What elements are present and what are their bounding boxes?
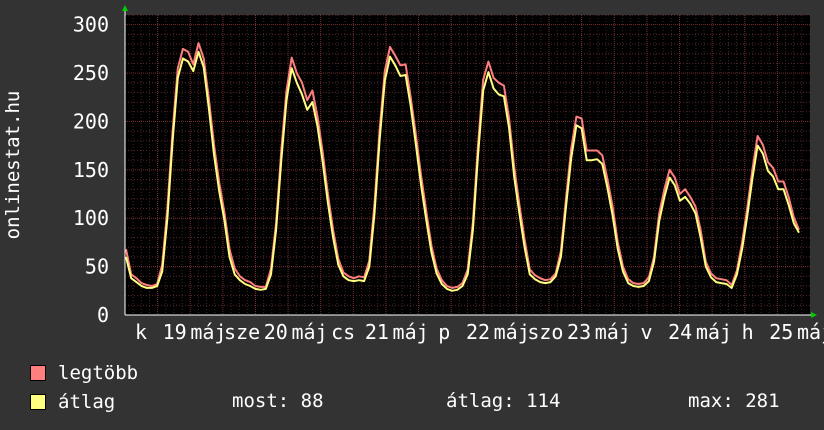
x-axis-arrow-icon — [811, 312, 817, 318]
x-tick-label: sze — [224, 320, 260, 344]
x-tick-label: máj — [190, 320, 226, 344]
y-axis-label: onlinestat.hu — [2, 91, 24, 240]
x-tick-label: máj — [696, 320, 732, 344]
x-tick-label: 24 — [668, 320, 692, 344]
y-tick-label: 300 — [73, 13, 109, 37]
x-tick-label: 21 — [365, 320, 389, 344]
x-tick-label: szo — [527, 320, 563, 344]
x-tick-label: cs — [331, 320, 355, 344]
stat-avg-value: 114 — [526, 390, 561, 412]
y-tick-label: 150 — [73, 158, 109, 182]
x-tick-label: máj — [393, 320, 429, 344]
x-tick-label: máj — [494, 320, 530, 344]
x-tick-label: 20 — [264, 320, 288, 344]
stat-most: most: 88 — [232, 390, 324, 412]
y-tick-label: 100 — [73, 206, 109, 230]
y-tick-label: 0 — [97, 303, 109, 327]
stat-most-value: 88 — [300, 390, 324, 412]
stat-max: max: 281 — [688, 390, 780, 412]
x-tick-label: máj — [797, 320, 824, 344]
x-tick-label: h — [742, 320, 754, 344]
x-tick-label: p — [438, 320, 450, 344]
x-tick-label: 19 — [163, 320, 187, 344]
y-axis-arrow-icon — [122, 5, 128, 11]
x-tick-label: v — [640, 320, 652, 344]
stat-most-label: most: — [232, 390, 290, 412]
stat-avg: átlag: 114 — [446, 390, 560, 412]
x-tick-label: máj — [291, 320, 327, 344]
stat-max-value: 281 — [745, 390, 780, 412]
y-tick-label: 200 — [73, 109, 109, 133]
legend-label-legtobb: legtöbb — [58, 362, 139, 384]
x-tick-label: máj — [595, 320, 631, 344]
y-tick-label: 250 — [73, 61, 109, 85]
x-tick-label: 22 — [466, 320, 490, 344]
legend-swatch-atlag — [30, 394, 46, 410]
stat-max-label: max: — [688, 390, 734, 412]
stat-avg-label: átlag: — [446, 390, 515, 412]
legend-swatch-legtobb — [30, 365, 46, 381]
x-tick-label: 25 — [769, 320, 793, 344]
y-tick-label: 50 — [85, 255, 109, 279]
legend-label-atlag: átlag — [58, 391, 116, 413]
x-tick-label: 23 — [567, 320, 591, 344]
x-tick-label: k — [135, 320, 147, 344]
